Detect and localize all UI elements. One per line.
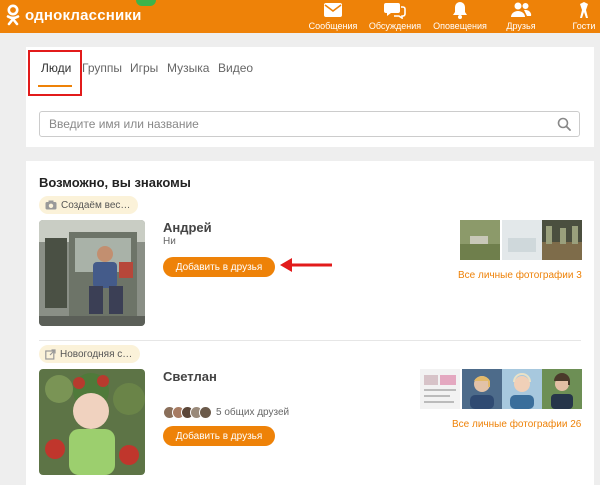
annotation-highlight-box — [28, 50, 82, 96]
photo-album-chip[interactable]: Новогодняя с… — [39, 345, 141, 363]
chip-label: Создаём вес… — [61, 199, 131, 211]
person-name[interactable]: Андрей — [163, 220, 212, 235]
nav-discussions[interactable]: Обсуждения — [369, 0, 421, 33]
friends-icon — [511, 2, 532, 17]
external-link-icon — [45, 348, 56, 360]
add-friend-button[interactable]: Добавить в друзья — [163, 426, 275, 446]
personal-photo-thumb[interactable] — [502, 220, 542, 260]
avatar[interactable] — [39, 220, 145, 326]
person-info: Ни — [163, 236, 176, 247]
thumb-image — [502, 369, 542, 409]
person-name[interactable]: Светлан — [163, 369, 217, 384]
mutual-friend-avatar — [199, 406, 212, 419]
nav-messages[interactable]: Сообщения — [309, 0, 357, 33]
personal-photo-thumb[interactable] — [542, 369, 582, 409]
personal-photo-thumb[interactable] — [542, 220, 582, 260]
chip-label: Новогодняя с… — [60, 348, 133, 360]
logo[interactable]: одноклассники — [6, 2, 142, 28]
envelope-icon — [324, 3, 342, 17]
nav-friends[interactable]: Друзья — [503, 0, 539, 33]
search-input[interactable] — [49, 117, 549, 131]
notification-badge — [136, 0, 156, 6]
search-box — [39, 111, 580, 137]
guests-icon — [580, 2, 588, 18]
personal-photo-thumb[interactable] — [420, 369, 460, 409]
search-icon[interactable] — [557, 117, 571, 131]
top-bar: одноклассники Сообщения Обсуждения Опове… — [0, 0, 600, 33]
tab-games[interactable]: Игры — [130, 61, 158, 75]
personal-photo-thumb[interactable] — [502, 369, 542, 409]
thumb-image — [460, 220, 500, 260]
nav-notifications-label: Оповещения — [433, 21, 487, 31]
bell-icon — [453, 2, 467, 19]
thumb-image — [420, 369, 460, 409]
camera-icon — [45, 200, 57, 210]
ok-logo-icon — [6, 4, 20, 26]
thumb-image — [502, 220, 542, 260]
search-panel: Люди Группы Игры Музыка Видео — [26, 47, 594, 147]
divider — [39, 340, 581, 341]
all-photos-link[interactable]: Все личные фотографии 26 — [452, 419, 581, 430]
personal-photo-thumb[interactable] — [462, 369, 502, 409]
logo-text: одноклассники — [25, 6, 142, 24]
nav-guests-label: Гости — [572, 21, 596, 31]
profile-photo — [39, 220, 145, 326]
all-photos-link[interactable]: Все личные фотографии 3 — [458, 270, 582, 281]
avatar[interactable] — [39, 369, 145, 475]
mutual-friends[interactable]: 5 общих друзей — [163, 406, 289, 419]
annotation-arrow-icon — [280, 258, 332, 272]
tab-video[interactable]: Видео — [218, 61, 253, 75]
profile-photo — [39, 369, 145, 475]
tab-groups[interactable]: Группы — [82, 61, 122, 75]
nav-guests[interactable]: Гости — [568, 0, 600, 33]
thumb-image — [462, 369, 502, 409]
mutual-friends-count: 5 общих друзей — [216, 407, 290, 418]
nav-messages-label: Сообщения — [308, 21, 358, 31]
personal-photo-thumb[interactable] — [460, 220, 500, 260]
add-friend-button[interactable]: Добавить в друзья — [163, 257, 275, 277]
suggestions-panel: Возможно, вы знакомы Создаём вес… Андрей… — [26, 161, 594, 485]
suggestions-title: Возможно, вы знакомы — [39, 175, 191, 190]
discussions-icon — [384, 3, 406, 19]
thumb-image — [542, 220, 582, 260]
nav-discussions-label: Обсуждения — [368, 21, 422, 31]
nav-friends-label: Друзья — [506, 21, 536, 31]
nav-notifications[interactable]: Оповещения — [432, 0, 488, 33]
photo-album-chip[interactable]: Создаём вес… — [39, 196, 139, 214]
tab-music[interactable]: Музыка — [167, 61, 209, 75]
thumb-image — [542, 369, 582, 409]
